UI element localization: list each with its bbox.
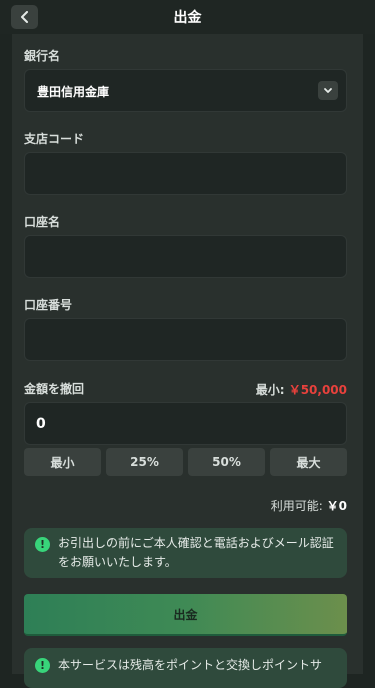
- account-number-input[interactable]: [24, 318, 347, 361]
- available-value: ￥0: [326, 499, 347, 513]
- notice-text: お引出しの前にご本人確認と電話およびメール認証をお願いいたします。: [58, 536, 334, 569]
- branch-code-label: 支店コード: [24, 132, 85, 146]
- bank-select-value: 豊田信用金庫: [37, 85, 110, 99]
- service-notice-text: 本サービスは残高をポイントと交換しポイントサ: [58, 658, 323, 672]
- min-prefix: 最小:: [255, 383, 285, 397]
- quick-min-button[interactable]: 最小: [24, 448, 101, 476]
- account-name-input[interactable]: [24, 235, 347, 278]
- amount-label: 金額を撤回: [24, 382, 85, 396]
- alert-icon: !: [35, 658, 50, 673]
- available-balance: 利用可能: ￥0: [271, 497, 347, 514]
- bank-select[interactable]: 豊田信用金庫: [24, 69, 347, 112]
- amount-input[interactable]: 0: [24, 402, 347, 445]
- header-bar: 出金: [0, 0, 375, 34]
- bank-label: 銀行名: [24, 49, 61, 63]
- alert-icon: !: [35, 537, 50, 552]
- page-title: 出金: [173, 10, 202, 26]
- branch-code-input[interactable]: [24, 152, 347, 195]
- verification-notice: ! お引出しの前にご本人確認と電話およびメール認証をお願いいたします。: [24, 528, 347, 578]
- quick-max-button[interactable]: 最大: [270, 448, 347, 476]
- quick-50-button[interactable]: 50%: [188, 448, 265, 476]
- back-button[interactable]: [11, 5, 38, 29]
- quick-25-button[interactable]: 25%: [106, 448, 183, 476]
- withdraw-button[interactable]: 出金: [24, 594, 347, 636]
- min-amount-value: ￥50,000: [288, 383, 347, 397]
- account-number-label: 口座番号: [24, 298, 73, 312]
- available-label: 利用可能:: [270, 499, 323, 513]
- chevron-down-icon: [318, 81, 338, 100]
- chevron-left-icon: [20, 11, 28, 23]
- account-name-label: 口座名: [24, 215, 61, 229]
- service-notice: ! 本サービスは残高をポイントと交換しポイントサ: [24, 648, 347, 688]
- min-amount-label: 最小: ￥50,000: [256, 381, 347, 398]
- amount-input-value: 0: [36, 416, 46, 432]
